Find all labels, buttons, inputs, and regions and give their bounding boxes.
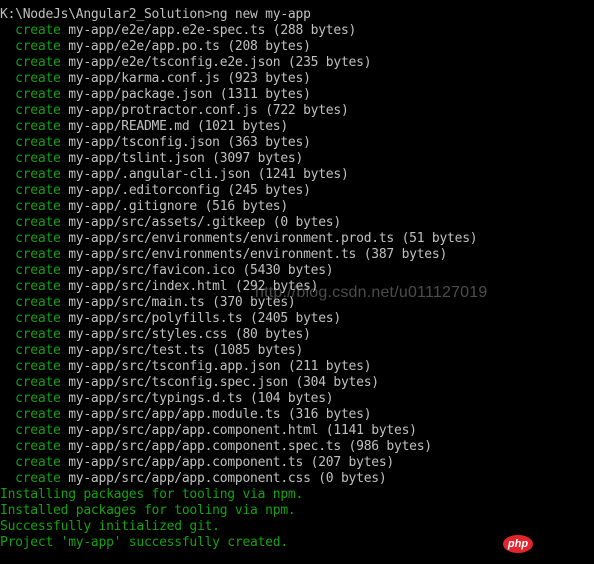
created-file-path: my-app/src/app/app.component.css (0 byte…	[68, 471, 387, 486]
create-keyword: create	[15, 439, 61, 454]
created-file-path: my-app/protractor.conf.js (722 bytes)	[68, 103, 349, 118]
create-line: create my-app/.angular-cli.json (1241 by…	[0, 167, 349, 183]
create-keyword: create	[15, 103, 61, 118]
php-logo-icon: php	[503, 535, 533, 553]
created-file-path: my-app/karma.conf.js (923 bytes)	[68, 71, 311, 86]
create-line: create my-app/protractor.conf.js (722 by…	[0, 103, 349, 119]
create-line: create my-app/src/app/app.module.ts (316…	[0, 407, 371, 423]
created-file-path: my-app/src/app/app.module.ts (316 bytes)	[68, 407, 372, 422]
create-keyword: create	[15, 71, 61, 86]
created-file-path: my-app/src/styles.css (80 bytes)	[68, 327, 311, 342]
create-keyword: create	[15, 327, 61, 342]
create-keyword: create	[15, 39, 61, 54]
create-line: create my-app/src/main.ts (370 bytes)	[0, 295, 296, 311]
create-keyword: create	[15, 471, 61, 486]
create-keyword: create	[15, 391, 61, 406]
create-line: create my-app/README.md (1021 bytes)	[0, 119, 288, 135]
create-line: create my-app/src/favicon.ico (5430 byte…	[0, 263, 333, 279]
create-keyword: create	[15, 23, 61, 38]
create-line: create my-app/karma.conf.js (923 bytes)	[0, 71, 311, 87]
create-line: create my-app/src/styles.css (80 bytes)	[0, 327, 311, 343]
terminal-window[interactable]: K:\NodeJs\Angular2_Solution>ng new my-ap…	[0, 0, 594, 564]
created-file-path: my-app/src/test.ts (1085 bytes)	[68, 343, 304, 358]
status-line: Successfully initialized git.	[0, 519, 220, 534]
create-keyword: create	[15, 151, 61, 166]
create-line: create my-app/src/environments/environme…	[0, 247, 447, 263]
create-line: create my-app/src/app/app.component.ts (…	[0, 455, 394, 471]
create-keyword: create	[15, 87, 61, 102]
create-line: create my-app/src/tsconfig.spec.json (30…	[0, 375, 379, 391]
create-keyword: create	[15, 231, 61, 246]
create-line: create my-app/src/app/app.component.spec…	[0, 439, 432, 455]
create-keyword: create	[15, 215, 61, 230]
created-file-path: my-app/src/environments/environment.ts (…	[68, 247, 448, 262]
create-line: create my-app/e2e/app.po.ts (208 bytes)	[0, 39, 311, 55]
status-line: Installing packages for tooling via npm.	[0, 487, 304, 502]
created-file-path: my-app/src/favicon.ico (5430 bytes)	[68, 263, 334, 278]
create-line: create my-app/src/app/app.component.css …	[0, 471, 387, 487]
create-keyword: create	[15, 359, 61, 374]
created-file-path: my-app/README.md (1021 bytes)	[68, 119, 288, 134]
created-file-path: my-app/src/app/app.component.spec.ts (98…	[68, 439, 432, 454]
watermark-text: http://blog.csdn.net/u011127019	[255, 284, 488, 301]
created-file-path: my-app/src/assets/.gitkeep (0 bytes)	[68, 215, 341, 230]
create-keyword: create	[15, 407, 61, 422]
created-file-path: my-app/src/app/app.component.html (1141 …	[68, 423, 417, 438]
create-keyword: create	[15, 311, 61, 326]
create-keyword: create	[15, 455, 61, 470]
created-file-path: my-app/package.json (1311 bytes)	[68, 87, 311, 102]
created-file-path: my-app/tslint.json (3097 bytes)	[68, 151, 304, 166]
create-keyword: create	[15, 295, 61, 310]
create-keyword: create	[15, 167, 61, 182]
created-file-path: my-app/src/tsconfig.app.json (211 bytes)	[68, 359, 372, 374]
status-line: Installed packages for tooling via npm.	[0, 503, 296, 518]
create-line: create my-app/package.json (1311 bytes)	[0, 87, 311, 103]
create-keyword: create	[15, 199, 61, 214]
created-file-path: my-app/src/polyfills.ts (2405 bytes)	[68, 311, 341, 326]
create-line: create my-app/e2e/tsconfig.e2e.json (235…	[0, 55, 371, 71]
create-keyword: create	[15, 135, 61, 150]
create-line: create my-app/src/app/app.component.html…	[0, 423, 417, 439]
created-file-path: my-app/src/typings.d.ts (104 bytes)	[68, 391, 334, 406]
create-keyword: create	[15, 119, 61, 134]
create-line: create my-app/src/assets/.gitkeep (0 byt…	[0, 215, 341, 231]
create-line: create my-app/e2e/app.e2e-spec.ts (288 b…	[0, 23, 356, 39]
create-line: create my-app/src/environments/environme…	[0, 231, 477, 247]
create-line: create my-app/.editorconfig (245 bytes)	[0, 183, 311, 199]
create-line: create my-app/src/test.ts (1085 bytes)	[0, 343, 303, 359]
create-keyword: create	[15, 263, 61, 278]
created-file-path: my-app/e2e/app.po.ts (208 bytes)	[68, 39, 311, 54]
created-file-path: my-app/e2e/app.e2e-spec.ts (288 bytes)	[68, 23, 357, 38]
create-line: create my-app/.gitignore (516 bytes)	[0, 199, 288, 215]
create-keyword: create	[15, 183, 61, 198]
create-line: create my-app/src/tsconfig.app.json (211…	[0, 359, 371, 375]
create-keyword: create	[15, 55, 61, 70]
created-file-path: my-app/src/environments/environment.prod…	[68, 231, 478, 246]
created-file-path: my-app/.angular-cli.json (1241 bytes)	[68, 167, 349, 182]
created-file-path: my-app/e2e/tsconfig.e2e.json (235 bytes)	[68, 55, 372, 70]
created-file-path: my-app/tsconfig.json (363 bytes)	[68, 135, 311, 150]
status-line: Project 'my-app' successfully created.	[0, 535, 288, 550]
create-line: create my-app/src/polyfills.ts (2405 byt…	[0, 311, 341, 327]
created-file-path: my-app/.gitignore (516 bytes)	[68, 199, 288, 214]
create-keyword: create	[15, 423, 61, 438]
create-line: create my-app/tsconfig.json (363 bytes)	[0, 135, 311, 151]
create-line: create my-app/tslint.json (3097 bytes)	[0, 151, 303, 167]
created-file-path: my-app/src/app/app.component.ts (207 byt…	[68, 455, 394, 470]
created-file-path: my-app/.editorconfig (245 bytes)	[68, 183, 311, 198]
create-keyword: create	[15, 343, 61, 358]
create-keyword: create	[15, 375, 61, 390]
create-keyword: create	[15, 247, 61, 262]
create-line: create my-app/src/typings.d.ts (104 byte…	[0, 391, 333, 407]
command-prompt-line: K:\NodeJs\Angular2_Solution>ng new my-ap…	[0, 7, 311, 22]
create-keyword: create	[15, 279, 61, 294]
created-file-path: my-app/src/tsconfig.spec.json (304 bytes…	[68, 375, 379, 390]
